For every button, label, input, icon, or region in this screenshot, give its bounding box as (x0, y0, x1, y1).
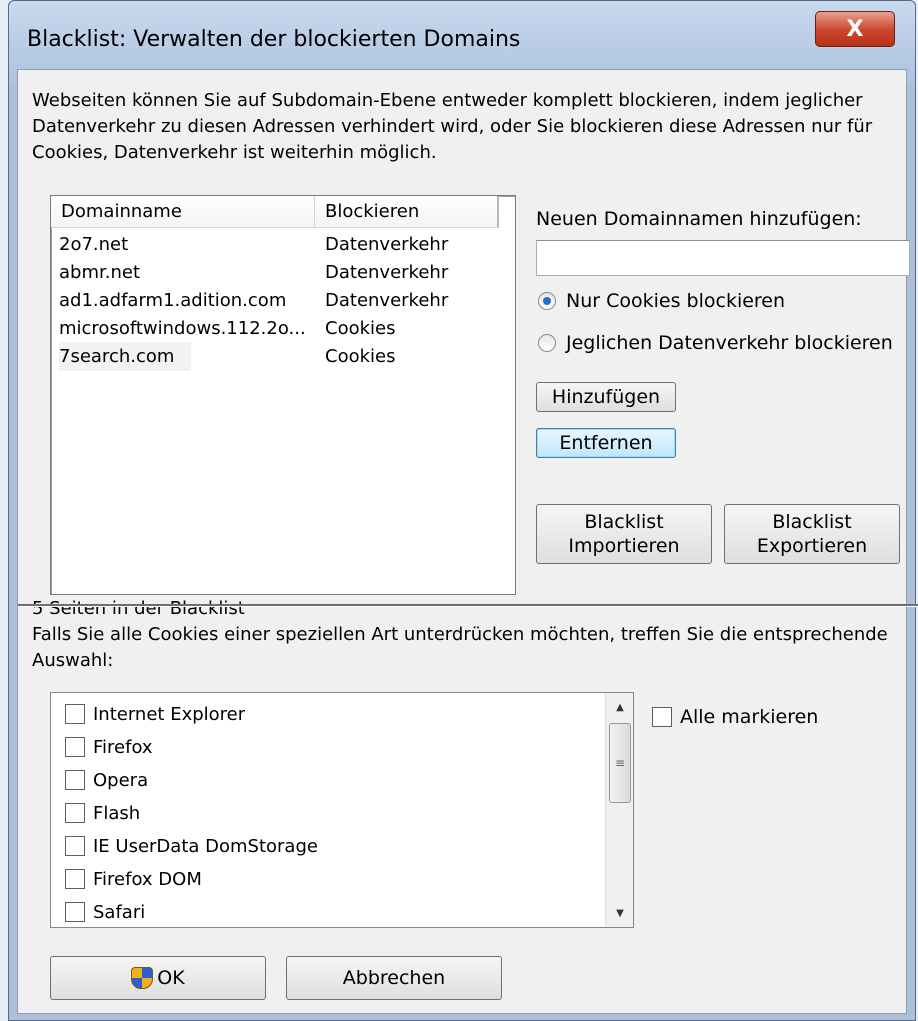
window-title: Blacklist: Verwalten der blockierten Dom… (27, 27, 521, 52)
cookie-item-firefox[interactable]: Firefox (65, 732, 153, 762)
blacklist-count: 5 Seiten in der Blacklist (32, 598, 245, 619)
radio-traffic-label: Jeglichen Datenverkehr blockieren (566, 332, 893, 354)
export-line2: Exportieren (756, 535, 868, 557)
radio-checked-icon[interactable] (538, 292, 556, 310)
scroll-up-icon[interactable]: ▲ (606, 695, 633, 719)
remove-button[interactable]: Entfernen (536, 428, 676, 458)
domain-name: abmr.net (59, 262, 140, 283)
select-all-checkbox[interactable]: Alle markieren (652, 706, 818, 728)
section-divider-highlight (18, 606, 918, 607)
cookie-item-label: Flash (93, 802, 141, 824)
add-domain-input[interactable] (536, 240, 910, 276)
uac-shield-icon (131, 967, 154, 989)
import-line1: Blacklist (584, 511, 664, 533)
block-type: Datenverkehr (325, 262, 449, 283)
domain-list-header: Domainname Blockieren (51, 196, 515, 228)
export-blacklist-button[interactable]: Blacklist Exportieren (724, 504, 900, 564)
add-button[interactable]: Hinzufügen (536, 382, 676, 412)
cookie-item-label: Firefox (93, 736, 153, 758)
scroll-down-icon[interactable]: ▼ (606, 901, 633, 925)
radio-all-traffic[interactable]: Jeglichen Datenverkehr blockieren (538, 332, 893, 354)
cookie-section-text: Falls Sie alle Cookies einer speziellen … (32, 624, 888, 671)
add-domain-label: Neuen Domainnamen hinzufügen: (536, 208, 862, 230)
domain-name: 2o7.net (59, 234, 129, 255)
intro-text: Webseiten können Sie auf Subdomain-Ebene… (32, 90, 873, 163)
vertical-scrollbar[interactable]: ▲ ≡ ▼ (605, 693, 633, 927)
import-blacklist-button[interactable]: Blacklist Importieren (536, 504, 712, 564)
checkbox-icon[interactable] (65, 737, 85, 757)
cookie-item-label: IE UserData DomStorage (93, 835, 318, 857)
checkbox-icon[interactable] (65, 836, 85, 856)
domain-name: 7search.com (59, 342, 191, 371)
cookie-item-label: Safari (93, 901, 146, 923)
column-blockieren[interactable]: Blockieren (315, 196, 499, 228)
dialog-body: Webseiten können Sie auf Subdomain-Ebene… (17, 69, 918, 1014)
block-type: Cookies (325, 318, 396, 339)
scroll-thumb[interactable]: ≡ (609, 723, 631, 803)
radio-cookies-only[interactable]: Nur Cookies blockieren (538, 290, 785, 312)
radio-cookies-label: Nur Cookies blockieren (566, 290, 786, 312)
checkbox-icon[interactable] (65, 770, 85, 790)
cookie-item-label: Opera (93, 769, 149, 791)
ok-button[interactable]: OK (50, 956, 266, 1000)
checkbox-icon[interactable] (65, 869, 85, 889)
checkbox-icon[interactable] (65, 902, 85, 922)
select-all-label: Alle markieren (680, 706, 819, 728)
radio-unchecked-icon[interactable] (538, 334, 556, 352)
block-type: Datenverkehr (325, 290, 449, 311)
cookie-item-flash[interactable]: Flash (65, 798, 140, 828)
export-line1: Blacklist (772, 511, 852, 533)
domain-name: ad1.adfarm1.adition.com (59, 290, 287, 311)
ok-label: OK (157, 967, 185, 989)
block-type: Cookies (325, 346, 396, 367)
close-button[interactable]: X (815, 11, 895, 47)
cookie-item-internet-explorer[interactable]: Internet Explorer (65, 699, 245, 729)
blacklist-dialog: Blacklist: Verwalten der blockierten Dom… (8, 0, 918, 1021)
block-type: Datenverkehr (325, 234, 449, 255)
checkbox-icon[interactable] (652, 707, 672, 727)
column-domainname[interactable]: Domainname (51, 196, 315, 228)
cookie-item-ie-userdata[interactable]: IE UserData DomStorage (65, 831, 318, 861)
cookie-item-label: Internet Explorer (93, 703, 246, 725)
cookie-type-list[interactable]: Internet Explorer Firefox Opera Flash IE… (50, 692, 634, 928)
cookie-item-safari[interactable]: Safari (65, 897, 145, 927)
domain-list[interactable]: Domainname Blockieren 2o7.net Datenverke… (50, 195, 516, 595)
cookie-item-opera[interactable]: Opera (65, 765, 148, 795)
cookie-item-firefox-dom[interactable]: Firefox DOM (65, 864, 202, 894)
cookie-item-label: Firefox DOM (93, 868, 202, 890)
checkbox-icon[interactable] (65, 704, 85, 724)
cancel-button[interactable]: Abbrechen (286, 956, 502, 1000)
import-line2: Importieren (568, 535, 680, 557)
domain-name: microsoftwindows.112.2o... (59, 318, 306, 339)
checkbox-icon[interactable] (65, 803, 85, 823)
